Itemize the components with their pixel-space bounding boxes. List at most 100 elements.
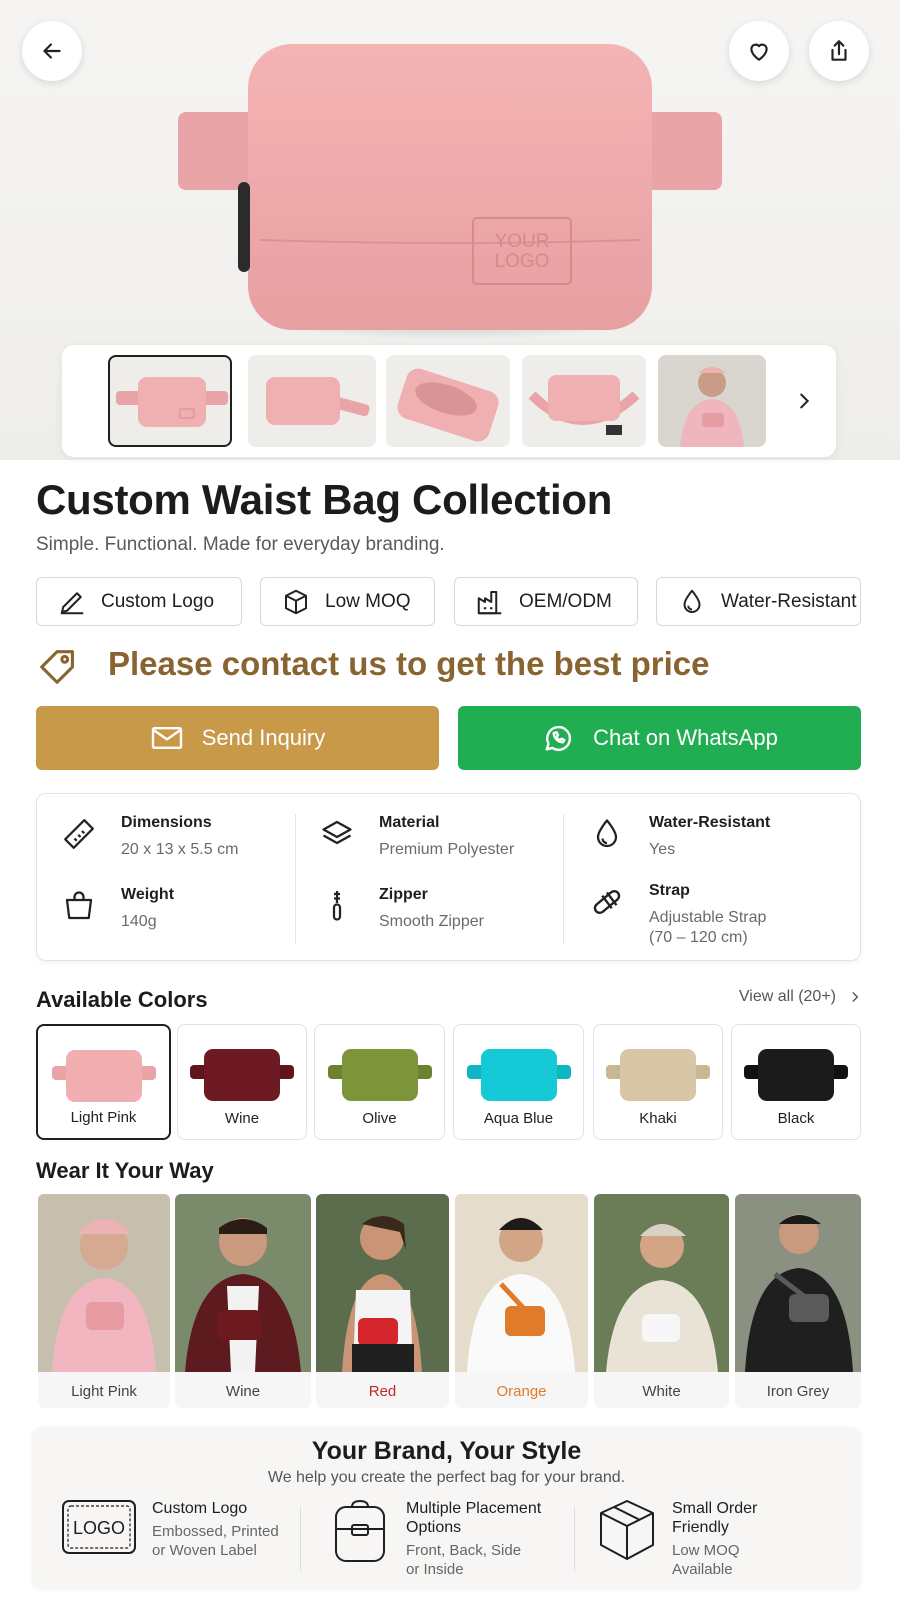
back-button[interactable] xyxy=(22,21,82,81)
logo-label-icon: LOGO xyxy=(62,1500,136,1554)
wear-caption: White xyxy=(642,1383,681,1400)
spec-value-line1: Adjustable Strap xyxy=(649,909,767,926)
brand-item-desc-1: Low MOQ xyxy=(672,1542,740,1559)
factory-icon xyxy=(477,590,502,614)
spec-value: Adjustable Strap (70 – 120 cm) xyxy=(649,908,766,948)
thumbnail-4[interactable] xyxy=(522,355,646,447)
brand-item-desc-1: Embossed, Printed xyxy=(152,1523,279,1540)
spec-value-line2: (70 – 120 cm) xyxy=(649,929,748,946)
model-photo xyxy=(594,1194,729,1372)
bag-icon xyxy=(65,891,93,920)
color-swatch-aqua-blue[interactable]: Aqua Blue xyxy=(453,1024,584,1140)
color-swatch-khaki[interactable]: Khaki xyxy=(593,1024,723,1140)
wear-card-orange[interactable]: Orange xyxy=(455,1194,588,1408)
share-icon xyxy=(831,40,847,61)
brand-item-custom-logo: LOGO Custom Logo Embossed, Printed or Wov… xyxy=(62,1499,279,1560)
spec-label: Strap xyxy=(649,882,690,899)
feature-label: Custom Logo xyxy=(101,590,215,612)
spec-value: Yes xyxy=(649,841,676,858)
thumbnail-5[interactable] xyxy=(658,355,766,447)
hero-product-image[interactable]: YOUR LOGO xyxy=(170,40,730,340)
thumbnail-3[interactable] xyxy=(386,355,510,447)
spec-value: Smooth Zipper xyxy=(379,913,484,930)
divider xyxy=(563,814,564,944)
color-swatch-wine[interactable]: Wine xyxy=(177,1024,307,1140)
spec-strap: Strap Adjustable Strap (70 – 120 cm) xyxy=(587,882,766,948)
heart-icon xyxy=(750,43,768,61)
view-all-colors-link[interactable]: View all (20+) xyxy=(739,988,862,1006)
price-tag-icon xyxy=(40,650,74,684)
color-swatch-black[interactable]: Black xyxy=(731,1024,861,1140)
favorite-button[interactable] xyxy=(729,21,789,81)
product-subtitle: Simple. Functional. Made for everyday br… xyxy=(36,534,445,555)
thumbnails-next-button[interactable] xyxy=(784,381,824,421)
wear-card-wine[interactable]: Wine xyxy=(175,1194,311,1408)
whatsapp-icon xyxy=(545,725,572,751)
share-button[interactable] xyxy=(809,21,869,81)
color-swatch-light-pink[interactable]: Light Pink xyxy=(36,1024,171,1140)
droplet-icon xyxy=(596,819,618,848)
thumbnail-1[interactable] xyxy=(108,355,232,447)
color-name: Light Pink xyxy=(70,1109,137,1126)
color-name: Wine xyxy=(224,1110,260,1127)
color-swatch-olive[interactable]: Olive xyxy=(314,1024,445,1140)
specs-panel: Dimensions 20 x 13 x 5.5 cm Weight 140g Ma… xyxy=(36,793,861,961)
feature-label: Low MOQ xyxy=(325,590,411,612)
spec-material: Material Premium Polyester xyxy=(317,814,514,860)
spec-label: Dimensions xyxy=(121,814,212,831)
wear-card-white[interactable]: White xyxy=(594,1194,729,1408)
divider xyxy=(300,1507,301,1571)
spec-label: Weight xyxy=(121,886,175,903)
bag-thumbnail xyxy=(744,1049,848,1101)
divider xyxy=(295,814,296,944)
brand-section: Your Brand, Your Style We help you creat… xyxy=(32,1427,861,1589)
wear-card-light-pink[interactable]: Light Pink xyxy=(38,1194,170,1408)
bag-thumbnail xyxy=(51,1050,156,1102)
wear-caption: Orange xyxy=(496,1383,547,1400)
package-icon xyxy=(600,1500,654,1560)
brand-subtitle: We help you create the perfect bag for y… xyxy=(267,1469,626,1486)
feature-label: OEM/ODM xyxy=(519,590,612,612)
wear-card-red[interactable]: Red xyxy=(316,1194,449,1408)
bag-thumbnail xyxy=(190,1049,294,1101)
price-message: Please contact us to get the best price xyxy=(108,645,710,682)
ruler-icon xyxy=(64,819,94,849)
zipper-icon xyxy=(332,891,342,921)
pencil-icon xyxy=(60,591,84,614)
droplet-icon xyxy=(683,589,701,613)
wear-it-your-way-title: Wear It Your Way xyxy=(36,1158,214,1183)
feature-water-resistant: Water-Resistant xyxy=(656,577,861,626)
model-photo xyxy=(38,1194,170,1372)
brand-item-desc-2: or Woven Label xyxy=(152,1542,257,1559)
spec-dimensions: Dimensions 20 x 13 x 5.5 cm xyxy=(59,814,238,860)
wear-caption: Red xyxy=(368,1383,397,1400)
send-inquiry-button[interactable]: Send Inquiry xyxy=(36,706,439,770)
wear-caption: Wine xyxy=(225,1383,261,1400)
color-name: Black xyxy=(777,1110,815,1127)
wear-caption: Light Pink xyxy=(71,1383,137,1400)
spec-label: Water-Resistant xyxy=(649,814,771,831)
brand-item-desc-1: Front, Back, Side xyxy=(406,1542,522,1559)
layers-icon xyxy=(322,820,352,845)
color-name: Aqua Blue xyxy=(483,1110,554,1127)
chevron-right-icon xyxy=(800,393,810,409)
backpack-icon xyxy=(335,1500,385,1562)
logo-label-text: LOGO xyxy=(73,1518,125,1538)
chat-whatsapp-label: Chat on WhatsApp xyxy=(593,725,778,750)
spec-value: 140g xyxy=(121,913,157,930)
bag-thumbnail xyxy=(606,1049,710,1101)
feature-low-moq: Low MOQ xyxy=(260,577,435,626)
spec-value: 20 x 13 x 5.5 cm xyxy=(121,841,239,858)
feature-custom-logo: Custom Logo xyxy=(36,577,242,626)
brand-item-placement: Multiple Placement Options Front, Back, S… xyxy=(330,1499,541,1579)
feature-oem-odm: OEM/ODM xyxy=(454,577,638,626)
model-photo xyxy=(455,1194,588,1372)
chat-whatsapp-button[interactable]: Chat on WhatsApp xyxy=(458,706,861,770)
mail-icon xyxy=(151,727,182,749)
spec-label: Material xyxy=(379,814,440,831)
divider xyxy=(574,1507,575,1571)
send-inquiry-label: Send Inquiry xyxy=(201,725,326,750)
wear-card-iron-grey[interactable]: Iron Grey xyxy=(735,1194,861,1408)
thumbnail-2[interactable] xyxy=(248,355,376,447)
wear-caption: Iron Grey xyxy=(766,1383,830,1400)
